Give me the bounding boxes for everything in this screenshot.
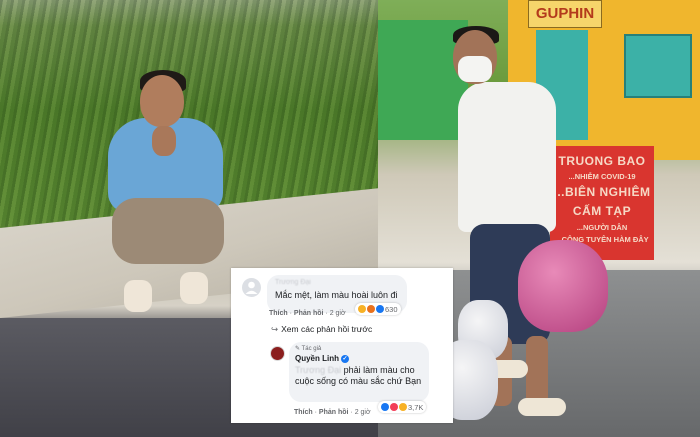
shop-sign: GUPHIN	[528, 0, 602, 28]
banner-line: ...NHIỄM COVID-19	[568, 172, 636, 182]
reply-actions: Thích · Phản hồi · 2 giờ	[294, 409, 371, 416]
author-avatar[interactable]	[270, 346, 285, 361]
banner-line: TRUONG BAO	[558, 154, 646, 168]
comment-author[interactable]: Trương Đại	[275, 279, 311, 286]
reply-arrow-icon: ↪	[271, 324, 279, 334]
face-mask	[458, 56, 492, 82]
banner-line: ...BIÊN NGHIÊM CẤM TẠP	[553, 185, 651, 219]
like-reaction-icon	[376, 305, 384, 313]
haha-reaction-icon	[399, 403, 407, 411]
reply-author-name: Quyền Linh	[295, 354, 339, 363]
verified-badge-icon: ✓	[341, 354, 349, 363]
comment-card: Trương Đại Mắc mệt, làm màu hoài luôn đi…	[231, 268, 453, 423]
man-hand-eating	[152, 126, 176, 156]
reaction-summary[interactable]: 630	[355, 303, 401, 315]
like-link[interactable]: Thích	[294, 409, 313, 416]
man-white-shirt	[458, 82, 556, 232]
pen-icon: ✎	[295, 346, 301, 352]
comment-time[interactable]: 2 giờ	[330, 310, 346, 317]
like-link[interactable]: Thích	[269, 310, 288, 317]
haha-reaction-icon	[358, 305, 366, 313]
reaction-count: 3,7K	[408, 402, 424, 412]
author-tag: ✎ Tác giả	[295, 345, 321, 352]
sandal-left	[124, 280, 152, 312]
angry-reaction-icon	[367, 305, 375, 313]
reply-author[interactable]: Quyền Linh ✓	[295, 354, 349, 363]
reaction-summary[interactable]: 3,7K	[378, 401, 427, 413]
love-reaction-icon	[390, 403, 398, 411]
man-crouching-head	[140, 75, 184, 127]
leg-right	[526, 336, 548, 406]
sandal-right	[180, 272, 208, 304]
author-tag-label: Tác giả	[301, 346, 322, 352]
man-khaki-pants	[112, 198, 224, 264]
see-previous-replies-label: Xem các phản hồi trước	[281, 324, 373, 334]
like-reaction-icon	[381, 403, 389, 411]
reply-link[interactable]: Phản hồi	[294, 310, 324, 317]
default-avatar-icon	[245, 281, 258, 294]
reaction-count: 630	[385, 304, 398, 314]
comment-text: Mắc mệt, làm màu hoài luôn đi	[275, 290, 398, 300]
reply-text: Trương Đại phải làm màu cho cuộc sống có…	[295, 365, 425, 387]
sandal-right	[518, 398, 566, 416]
comment-actions: Thích · Phản hồi · 2 giờ	[269, 310, 346, 317]
reply-link[interactable]: Phản hồi	[319, 409, 349, 416]
avatar[interactable]	[242, 278, 261, 297]
reply-bubble: ✎ Tác giả Quyền Linh ✓ Trương Đại phải là…	[289, 342, 429, 402]
mention-link[interactable]: Trương Đại	[295, 365, 341, 375]
reply-time[interactable]: 2 giờ	[355, 409, 371, 416]
see-previous-replies[interactable]: ↪ Xem các phản hồi trước	[271, 324, 372, 335]
banner-line: ...NGƯỜI DÂN	[576, 222, 628, 232]
pink-bag	[518, 240, 608, 332]
teal-window	[624, 34, 692, 98]
